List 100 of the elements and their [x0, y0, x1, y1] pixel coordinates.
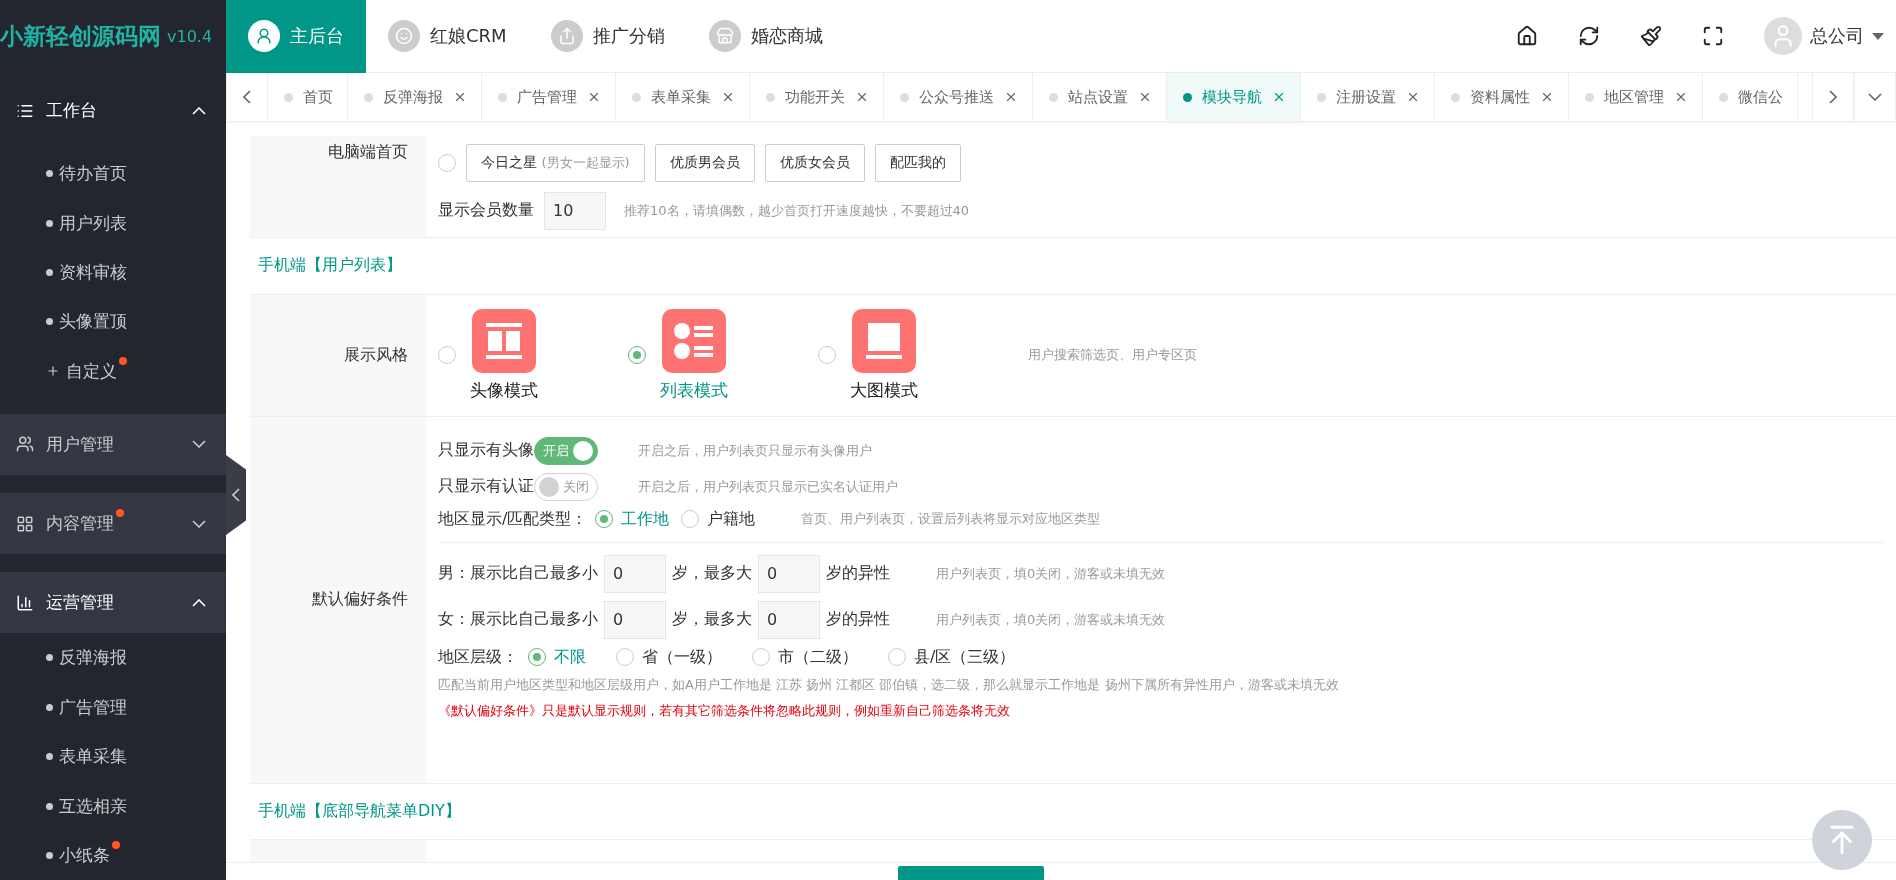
sidebar-item[interactable]: 头像置顶: [0, 297, 226, 347]
sidebar-group[interactable]: 用户管理: [0, 413, 226, 475]
sidebar-item[interactable]: 待办首页: [0, 149, 226, 199]
radio-button[interactable]: [628, 346, 646, 364]
top-nav-tab[interactable]: 红娘CRM: [366, 0, 529, 73]
hint-text: 用户搜索筛选页、用户专区页: [1028, 346, 1197, 364]
bullet-icon: [46, 654, 53, 662]
sidebar-item[interactable]: 资料审核: [0, 247, 226, 298]
sidebar-item[interactable]: 互选相亲: [0, 781, 226, 831]
top-nav-tab[interactable]: 婚恋商城: [686, 0, 845, 73]
note-text: 匹配当前用户地区类型和地区层级用户，如A用户工作地是 江苏 扬州 江都区 邵伯镇，选二级，那么就显示工作地是 扬州下属所有异性用户，游客或未填无效: [438, 675, 1340, 694]
close-icon[interactable]: [1406, 90, 1420, 104]
close-icon[interactable]: [1674, 90, 1688, 104]
sidebar-item[interactable]: 自定义: [0, 346, 226, 396]
nav-icon: [550, 20, 583, 52]
picture-layout-icon: [864, 320, 904, 361]
radio-option[interactable]: 户籍地: [681, 508, 756, 530]
page-tab[interactable]: 微信公: [1703, 73, 1798, 121]
close-icon[interactable]: [855, 90, 869, 104]
sidebar-group[interactable]: 内容管理: [0, 492, 226, 555]
layout-columns-icon: [484, 320, 524, 361]
field-label: 岁的异性: [826, 563, 890, 584]
chevron-down-icon: [1868, 93, 1882, 101]
chevron-left-icon: [243, 90, 251, 104]
tab-dot-icon: [1719, 92, 1728, 102]
age-input[interactable]: 0: [604, 600, 666, 639]
option-button[interactable]: 优质男会员: [654, 143, 755, 182]
brush-icon: [1640, 25, 1662, 47]
page-tab[interactable]: 广告管理: [482, 73, 616, 121]
count-input[interactable]: 10: [544, 191, 606, 230]
field-label: 显示会员数量: [438, 200, 534, 221]
radio-button[interactable]: [818, 346, 836, 364]
tab-dot-icon: [364, 92, 373, 102]
chevron-right-icon: [1829, 90, 1837, 104]
page-tab[interactable]: 注册设置: [1301, 73, 1435, 121]
nav-icon: [388, 20, 420, 52]
radio-option[interactable]: 省（一级）: [616, 646, 722, 668]
close-icon[interactable]: [453, 90, 467, 104]
bullet-icon: [46, 753, 53, 761]
grid-icon: [16, 514, 34, 533]
radio-option[interactable]: 工作地: [595, 508, 670, 530]
radio-button[interactable]: [438, 346, 456, 364]
option-label: 列表模式: [660, 378, 728, 402]
close-icon[interactable]: [1272, 90, 1286, 104]
radio-option[interactable]: 县/区（三级）: [888, 646, 1016, 668]
version-label: v10.4: [167, 26, 213, 46]
sidebar-item[interactable]: 反弹海报: [0, 633, 226, 683]
chevron-up-icon: [192, 106, 206, 115]
tab-dot-icon: [1585, 92, 1594, 102]
page-tab[interactable]: 资料属性: [1435, 73, 1569, 121]
style-tile[interactable]: [662, 308, 726, 373]
bullet-icon: [46, 851, 53, 859]
plus-icon: [46, 364, 60, 379]
close-icon[interactable]: [1138, 90, 1152, 104]
radio-option[interactable]: 市（二级）: [752, 646, 858, 668]
sidebar-item[interactable]: 广告管理: [0, 682, 226, 732]
style-tile[interactable]: [852, 308, 916, 373]
field-label: 岁，最多大: [672, 563, 752, 584]
sidebar-item[interactable]: 表单采集: [0, 732, 226, 782]
page-tab[interactable]: 模块导航: [1167, 73, 1301, 121]
close-icon[interactable]: [587, 90, 601, 104]
sidebar-group[interactable]: 运营管理: [0, 572, 226, 634]
tab-dot-icon: [284, 92, 293, 102]
top-nav-tab[interactable]: 主后台: [226, 0, 366, 73]
sidebar-item[interactable]: 小纸条: [0, 830, 226, 880]
sidebar-item[interactable]: 用户列表: [0, 198, 226, 248]
radio-button[interactable]: [438, 153, 456, 172]
avatar-icon: [1764, 17, 1802, 55]
age-input[interactable]: 0: [758, 600, 820, 639]
page-tab[interactable]: 表单采集: [616, 73, 750, 121]
page-tab[interactable]: 公众号推送: [884, 73, 1033, 121]
age-input[interactable]: 0: [604, 554, 666, 593]
age-input[interactable]: 0: [758, 554, 820, 593]
field-label: 默认偏好条件: [250, 416, 426, 783]
bullet-icon: [46, 802, 53, 810]
option-button[interactable]: 优质女会员: [764, 143, 865, 182]
close-icon[interactable]: [1004, 90, 1018, 104]
page-tab[interactable]: 站点设置: [1033, 73, 1167, 121]
option-button[interactable]: 配匹我的: [874, 143, 961, 182]
chevron-up-icon: [192, 598, 206, 607]
close-icon[interactable]: [1540, 90, 1554, 104]
chevron-left-icon: [232, 488, 240, 502]
page-tab[interactable]: 地区管理: [1569, 73, 1703, 121]
hint-text: 推荐10名，请填偶数，越少首页打开速度越快，不要超过40: [624, 201, 970, 220]
field-label: 男：展示比自己最多小: [438, 563, 598, 584]
hint-text: 开启之后，用户列表页只显示已实名认证用户: [638, 477, 898, 496]
page-tab[interactable]: 首页: [268, 73, 348, 121]
radio-option[interactable]: 不限: [528, 646, 586, 668]
chart-icon: [16, 593, 34, 612]
bullet-icon: [46, 170, 53, 178]
tab-dot-icon: [766, 92, 775, 102]
user-menu[interactable]: 总公司: [1744, 17, 1896, 55]
field-label: 岁，最多大: [672, 609, 752, 630]
close-icon[interactable]: [721, 90, 735, 104]
chevron-down-icon: [192, 519, 206, 528]
page-tab[interactable]: 反弹海报: [348, 73, 482, 121]
top-nav-tab[interactable]: 推广分销: [528, 0, 687, 73]
style-tile[interactable]: [472, 308, 536, 373]
group-label: 用户管理: [46, 432, 115, 456]
page-tab[interactable]: 功能开关: [750, 73, 884, 121]
